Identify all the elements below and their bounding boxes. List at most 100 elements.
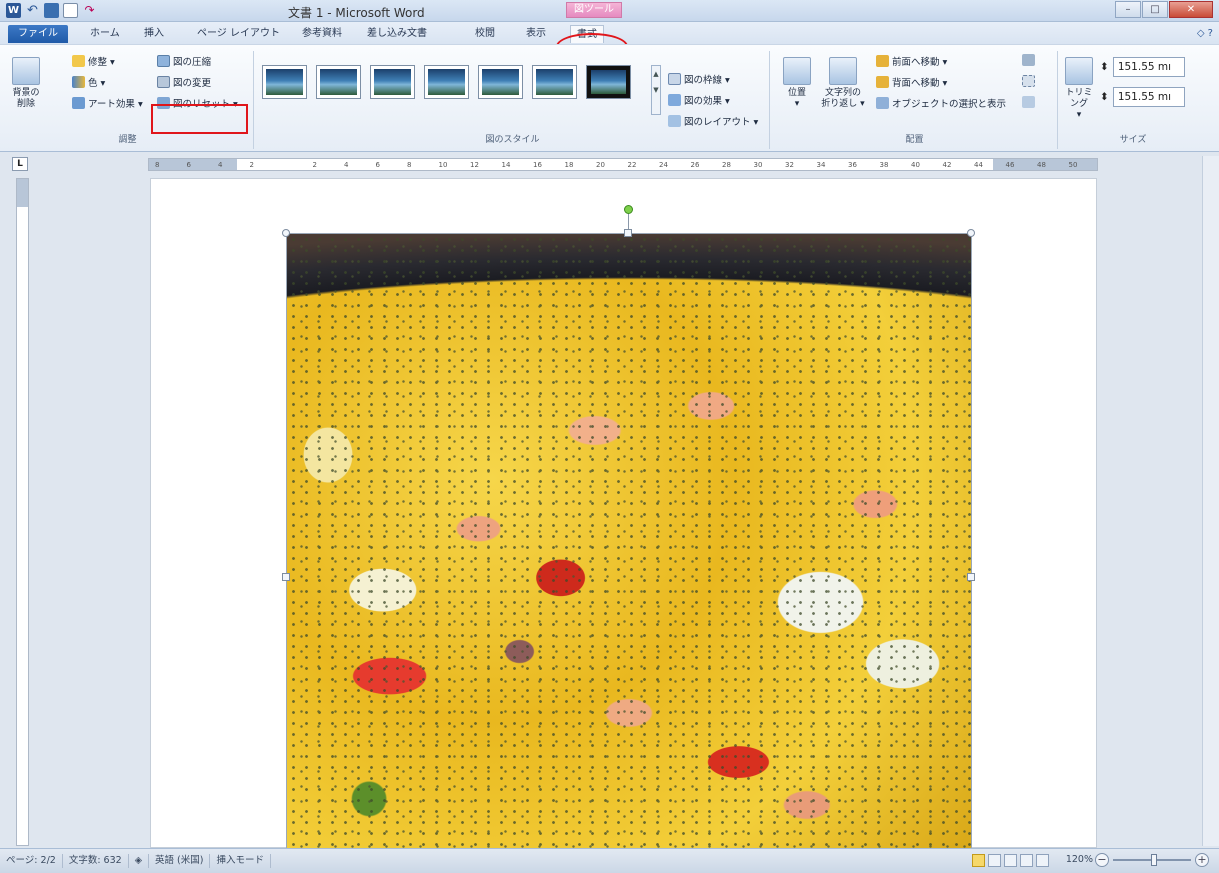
word-count[interactable]: 文字数: 632 [63,854,129,868]
picture-style-6[interactable] [532,65,577,99]
crop-button[interactable]: トリミング ▾ [1062,57,1096,121]
undo-icon[interactable]: ↶ [25,3,40,18]
picture-styles-gallery [262,65,631,99]
remove-background-icon [12,57,40,85]
ruler-tick: 42 [942,161,952,169]
tab-insert[interactable]: 挿入 [138,25,170,43]
picture-effects-button[interactable]: 図の効果 ▾ [668,93,730,107]
ruler-tick: 40 [911,161,920,169]
height-input[interactable]: 151.55 mı [1112,57,1185,77]
resize-handle-top[interactable] [624,229,632,237]
color-icon [72,76,85,88]
resize-handle-right[interactable] [967,573,975,581]
selection-pane-button[interactable]: オブジェクトの選択と表示 [876,96,1006,110]
word-app-icon[interactable]: W [6,3,21,18]
picture-style-4[interactable] [424,65,469,99]
width-input[interactable]: 151.55 mı [1112,87,1185,107]
insert-mode[interactable]: 挿入モード [210,854,271,868]
tab-view[interactable]: 表示 [520,25,552,43]
corrections-button[interactable]: 修整 ▾ [72,54,115,68]
send-backward-button[interactable]: 背面へ移動 ▾ [876,75,947,89]
print-layout-view-icon[interactable] [972,854,985,867]
zoom-slider-thumb[interactable] [1151,854,1157,866]
vertical-scrollbar[interactable] [1202,156,1219,846]
ruler-tick: 14 [501,161,511,169]
picture-selection-frame [286,233,972,849]
ruler-tick: 20 [596,161,605,169]
ruler-tick: 2 [312,161,317,169]
picture-style-2[interactable] [316,65,361,99]
change-picture-button[interactable]: 図の変更 [157,75,211,89]
outline-view-icon[interactable] [1020,854,1033,867]
zoom-in-button[interactable]: + [1195,853,1209,867]
redo-icon[interactable]: ↷ [82,3,97,18]
compress-label: 図の圧縮 [173,57,212,68]
help-icon[interactable]: ◇ ? [1197,28,1213,39]
art-effects-button[interactable]: アート効果 ▾ [72,96,143,110]
crop-label: トリミング ▾ [1065,88,1093,120]
picture-tools-context-label: 図ツール [566,2,622,18]
rotate-button[interactable] [1022,96,1035,108]
zoom-level[interactable]: 120% [1066,854,1093,865]
group-size-label: サイズ [1119,135,1147,145]
zoom-out-button[interactable]: − [1095,853,1109,867]
tab-references[interactable]: 参考資料 [296,25,348,43]
vertical-ruler[interactable] [16,178,29,846]
tab-selector[interactable]: L [12,157,28,171]
ruler-tick: 10 [438,161,448,169]
tab-page-layout[interactable]: ページ レイアウト [191,25,286,43]
web-layout-view-icon[interactable] [1004,854,1017,867]
resize-handle-left[interactable] [282,573,290,581]
align-button[interactable] [1022,54,1035,66]
picture-style-7[interactable] [586,65,631,99]
rotation-handle[interactable] [624,205,633,214]
group-size: トリミング ▾ ⬍ 151.55 mı ⬍ 151.55 mı サイズ [1060,51,1206,149]
language-indicator[interactable]: 英語 (米国) [149,854,211,868]
bring-forward-button[interactable]: 前面へ移動 ▾ [876,54,947,68]
position-button[interactable]: 位置 ▾ [780,57,814,110]
new-document-icon[interactable] [63,3,78,18]
gallery-scroll-buttons[interactable]: ▲ ▼ [651,65,661,115]
draft-view-icon[interactable] [1036,854,1049,867]
picture-layout-label: 図のレイアウト ▾ [684,117,759,128]
minimize-button[interactable]: – [1115,1,1141,18]
close-button[interactable]: ✕ [1169,1,1213,18]
ruler-tick: 4 [218,161,223,169]
tab-file[interactable]: ファイル [8,25,68,43]
send-backward-icon [876,76,889,88]
ruler-tick: 36 [848,161,857,169]
resize-handle-top-right[interactable] [967,229,975,237]
picture-layout-button[interactable]: 図のレイアウト ▾ [668,114,758,128]
remove-background-button[interactable]: 背景の 削除 [8,57,44,110]
horizontal-ruler[interactable]: 8 6 4 2 2 4 6 8 10 12 14 16 18 20 22 24 26 28 30 32 34 36 38 40… [148,158,1098,171]
tab-mailings[interactable]: 差し込み文書 [361,25,433,43]
group-objects-button[interactable] [1022,75,1035,87]
ruler-tick: 50 [1068,161,1078,169]
page-count[interactable]: ページ: 2/2 [0,854,63,868]
view-buttons [972,854,1049,867]
send-backward-label: 背面へ移動 ▾ [892,78,948,89]
compress-pictures-button[interactable]: 図の圧縮 [157,54,211,68]
resize-handle-top-left[interactable] [282,229,290,237]
picture-style-3[interactable] [370,65,415,99]
picture-border-label: 図の枠線 ▾ [684,75,730,86]
change-picture-icon [157,76,170,88]
height-icon: ⬍ [1100,61,1109,73]
color-label: 色 ▾ [88,78,106,89]
save-icon[interactable] [44,3,59,18]
tab-home[interactable]: ホーム [84,25,126,43]
align-icon [1022,54,1035,66]
picture-style-5[interactable] [478,65,523,99]
ruler-tick: 34 [816,161,826,169]
wrap-text-button[interactable]: 文字列の 折り返し ▾ [818,57,868,110]
color-button[interactable]: 色 ▾ [72,75,105,89]
height-spinner[interactable]: ⬍ 151.55 mı [1100,57,1185,77]
width-spinner[interactable]: ⬍ 151.55 mı [1100,87,1185,107]
proofing-icon[interactable]: ◈ [129,854,149,868]
picture-style-1[interactable] [262,65,307,99]
full-screen-view-icon[interactable] [988,854,1001,867]
ruler-tick: 32 [785,161,794,169]
picture-border-button[interactable]: 図の枠線 ▾ [668,72,730,86]
tab-review[interactable]: 校閲 [469,25,501,43]
maximize-button[interactable]: □ [1142,1,1168,18]
